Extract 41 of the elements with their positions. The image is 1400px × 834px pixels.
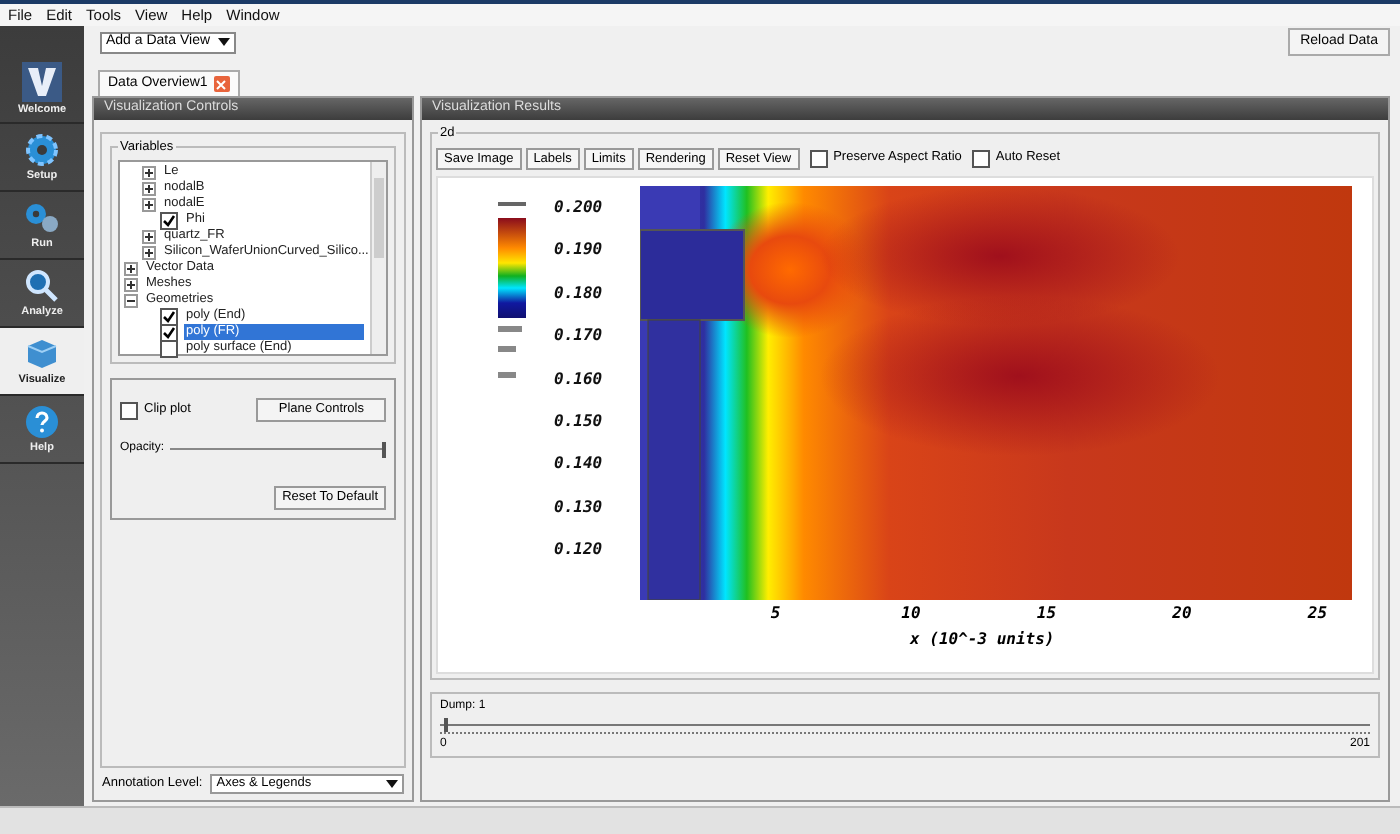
cube-icon [24, 335, 60, 372]
opacity-slider[interactable] [170, 441, 386, 457]
y-tick-label: 0.130 [554, 497, 603, 520]
search-icon [24, 267, 60, 304]
y-tick-label: 0.140 [554, 454, 603, 477]
y-tick-label: 0.170 [554, 326, 603, 349]
expand-icon[interactable] [142, 165, 156, 179]
expand-icon[interactable] [142, 229, 156, 243]
y-tick-label: 0.190 [554, 240, 603, 263]
x-tick-label: 25 [1307, 602, 1328, 626]
y-tick-label: 0.120 [554, 540, 603, 563]
y-tick-label: 0.150 [554, 411, 603, 434]
checkbox[interactable] [120, 401, 138, 419]
expand-icon[interactable] [142, 181, 156, 195]
collapse-icon[interactable] [124, 293, 138, 307]
y-tick-label: 0.180 [554, 283, 603, 306]
expand-icon[interactable] [142, 245, 156, 259]
dump-slider[interactable] [440, 718, 1370, 736]
x-tick-label: 10 [901, 602, 921, 626]
gears-icon [22, 199, 62, 236]
caret-icon [386, 780, 398, 788]
x-tick-label: 15 [1036, 602, 1057, 626]
y-tick-label: 0.200 [554, 198, 603, 220]
scrollbar[interactable] [370, 162, 386, 354]
expand-icon[interactable] [142, 197, 156, 211]
slider-thumb[interactable] [444, 718, 449, 732]
v-logo-icon [22, 61, 62, 102]
caret-icon [218, 38, 231, 46]
x-tick-label: 5 [770, 602, 781, 626]
expand-icon[interactable] [124, 277, 138, 291]
checkbox[interactable] [160, 211, 178, 229]
help-icon [24, 403, 60, 440]
close-icon[interactable] [213, 76, 230, 92]
expand-icon[interactable] [124, 261, 138, 275]
checkbox[interactable] [971, 149, 990, 167]
checkbox[interactable] [160, 307, 178, 325]
settings-icon [24, 131, 60, 168]
x-axis-title: x (10^-3 units) [910, 628, 1055, 652]
x-tick-label: 20 [1172, 602, 1192, 626]
checkbox[interactable] [809, 149, 828, 167]
y-tick-label: 0.160 [554, 369, 603, 392]
